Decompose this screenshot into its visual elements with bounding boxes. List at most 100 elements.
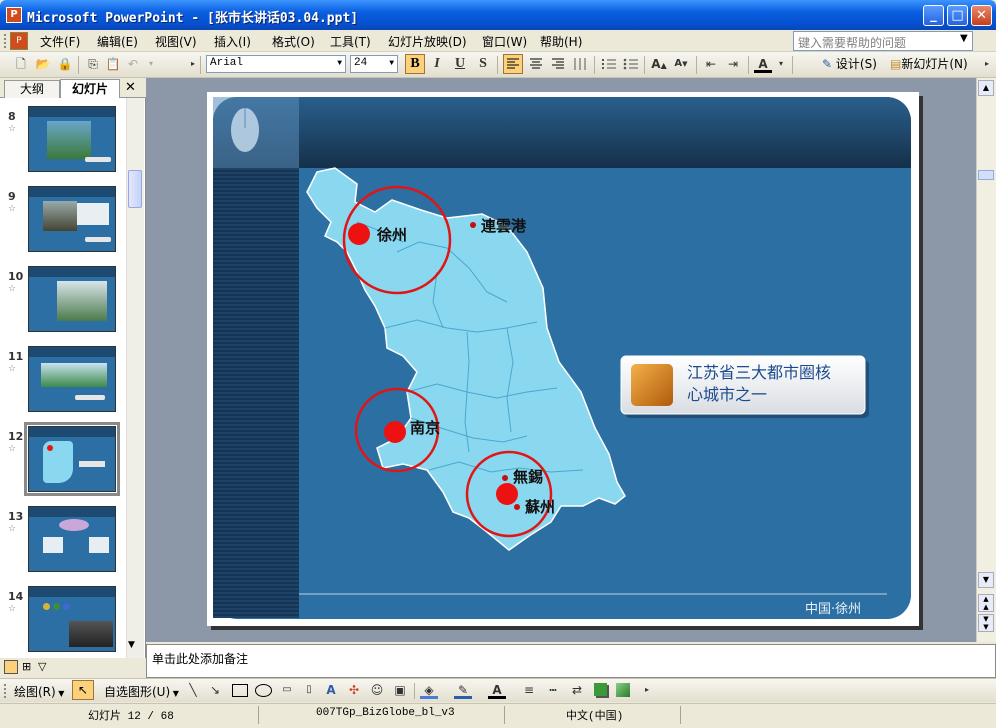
help-dropdown-icon[interactable]: ▼ [960,33,968,44]
clipart-icon[interactable]: ☺ [368,681,386,699]
oval-tool-icon[interactable] [255,684,272,697]
line-style-icon[interactable]: ≡ [520,681,538,699]
slide-thumbnail-10[interactable] [28,266,116,332]
slide-thumbnail-14[interactable] [28,586,116,652]
slide-thumbnail-9[interactable] [28,186,116,252]
tab-outline[interactable]: 大纲 [4,80,60,98]
new-slide-button[interactable]: ▤新幻灯片(N) [890,55,968,72]
close-button[interactable]: ✕ [971,5,992,26]
align-right-icon [552,58,564,69]
line-tool-icon[interactable]: ╲ [184,681,202,699]
menu-tools[interactable]: 工具(T) [330,33,371,49]
next-slide-icon[interactable]: ▼ ▼ [978,614,994,632]
permission-icon[interactable]: 🔒 [56,55,74,73]
slide-graphic [213,97,911,619]
diagram-icon[interactable]: ✣ [345,681,363,699]
menu-view[interactable]: 视图(V) [155,33,197,49]
increase-font-button[interactable]: A▲ [650,55,668,73]
shadow-button[interactable]: S [474,55,492,73]
design-button[interactable]: ✎ 设计(S) [822,55,877,72]
undo-dropdown-icon[interactable]: ▾ [142,55,160,73]
new-document-icon[interactable]: 🗋 [12,55,30,73]
undo-icon[interactable]: ↶ [124,55,142,73]
toolbar-options-icon[interactable]: ▸ [978,55,996,73]
decrease-font-button[interactable]: A▼ [672,55,690,73]
previous-slide-icon[interactable]: ▲ ▲ [978,594,994,612]
align-center-button[interactable] [527,55,545,73]
slide-thumbnail-11[interactable] [28,346,116,412]
callout-line-2: 心城市之一 [687,385,768,404]
slide-scroll-thumb[interactable] [978,170,994,180]
slide-thumbnail-12[interactable] [28,426,116,492]
picture-icon[interactable]: ▣ [391,681,409,699]
menu-edit[interactable]: 编辑(E) [97,33,138,49]
slide-thumbnail-13[interactable] [28,506,116,572]
numbering-button[interactable] [600,55,618,73]
slideshow-view-icon[interactable]: ▽ [38,660,46,673]
menu-insert[interactable]: 插入(I) [214,33,251,49]
line-color-icon[interactable]: ✎ [454,681,472,699]
scroll-down-icon[interactable]: ▼ [978,572,994,588]
3d-style-icon[interactable] [616,683,630,697]
vertical-textbox-icon[interactable]: ▯ [300,681,318,699]
align-right-button[interactable] [549,55,567,73]
font-color-button[interactable]: A [754,55,772,73]
maximize-button[interactable]: □ [947,5,968,26]
fill-color-icon[interactable]: ◈ [420,681,438,699]
select-objects-icon[interactable]: ↖ [72,680,94,700]
font-size-select[interactable]: 24 ▼ [350,55,398,73]
menu-window[interactable]: 窗口(W) [482,33,527,49]
menu-slideshow[interactable]: 幻灯片放映(D) [388,33,467,49]
distribute-button[interactable] [571,55,589,73]
notes-pane[interactable]: 单击此处添加备注 [146,644,996,678]
normal-view-icon[interactable] [4,660,18,674]
italic-button[interactable]: I [428,55,446,73]
menu-format[interactable]: 格式(O) [272,33,315,49]
help-search-input[interactable]: 键入需要帮助的问题 [793,31,973,51]
menu-grip[interactable] [4,34,7,48]
arrow-style-icon[interactable]: ⇄ [568,681,586,699]
distribute-icon [574,58,586,70]
slide-scrollbar[interactable] [976,78,996,642]
menu-file[interactable]: 文件(F) [40,33,80,49]
toolbar-options-icon[interactable]: ▸ [638,681,656,699]
paste-icon[interactable]: 📋 [104,55,122,73]
toolbar-grip[interactable] [4,684,7,698]
dash-style-icon[interactable]: ┅ [544,681,562,699]
tab-slides[interactable]: 幻灯片 [60,79,120,99]
font-name-select[interactable]: Arial ▼ [206,55,346,73]
underline-button[interactable]: U [451,55,469,73]
increase-indent-button[interactable]: ⇥ [724,55,742,73]
open-icon[interactable]: 📂 [34,55,52,73]
callout-text[interactable]: 江苏省三大都市圈核 心城市之一 [687,362,831,406]
autoshapes-menu-button[interactable]: 自选图形(U) ▼ [104,683,179,700]
minimize-button[interactable]: _ [923,5,944,26]
text-color-icon[interactable]: A [488,681,506,699]
shadow-style-icon[interactable] [594,683,607,696]
align-left-button[interactable] [503,54,523,74]
document-icon[interactable]: P [10,32,28,50]
thumbnail-scroll-thumb[interactable] [128,170,142,208]
scroll-down-icon[interactable]: ▼ [128,640,135,650]
wordart-icon[interactable]: A [322,681,340,699]
bullets-icon [623,58,638,70]
toolbar-separator [748,56,749,74]
city-label-wuxi: 無錫 [513,468,544,486]
draw-menu-button[interactable]: 绘图(R) ▼ [14,683,64,700]
font-color-dropdown-icon[interactable]: ▾ [772,55,790,73]
arrow-tool-icon[interactable]: ↘ [206,681,224,699]
textbox-tool-icon[interactable]: ▭ [278,681,296,699]
powerpoint-app-icon[interactable]: P [6,7,22,23]
slide-canvas[interactable]: 徐州 連雲港 南京 無錫 蘇州 江苏省三大都市圈核 心城市之一 中国·徐州 [207,92,919,626]
decrease-indent-button[interactable]: ⇤ [702,55,720,73]
slide-sorter-view-icon[interactable]: ⊞ [22,660,31,673]
toolbar-separator [696,56,697,74]
slide-thumbnail-8[interactable] [28,106,116,172]
menu-help[interactable]: 帮助(H) [540,33,582,49]
bullets-button[interactable] [622,55,640,73]
scroll-up-icon[interactable]: ▲ [978,80,994,96]
copy-icon[interactable]: ⎘ [84,55,102,73]
rectangle-tool-icon[interactable] [232,684,248,697]
bold-button[interactable]: B [405,54,425,74]
pane-close-icon[interactable]: ✕ [125,80,136,95]
